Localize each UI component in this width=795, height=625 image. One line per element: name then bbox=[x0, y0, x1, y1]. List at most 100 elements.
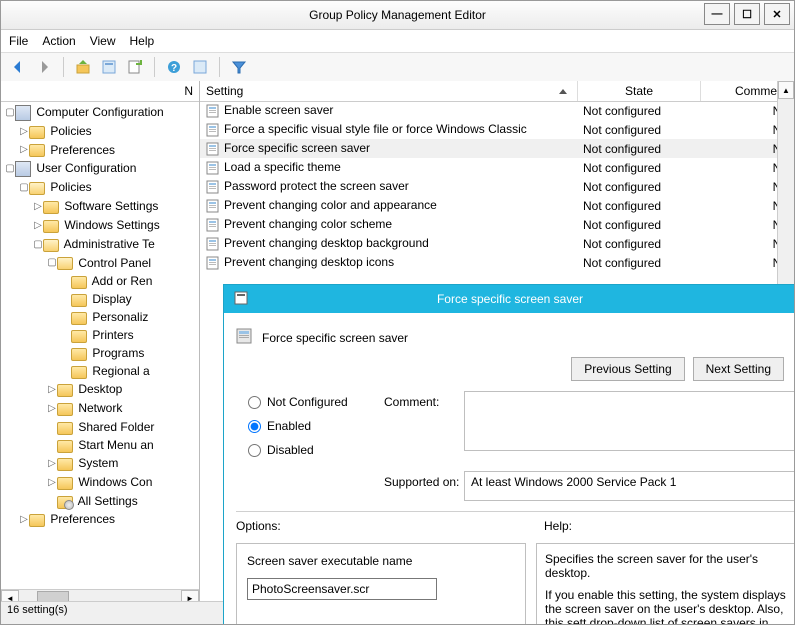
list-row[interactable]: Password protect the screen saverNot con… bbox=[200, 177, 794, 196]
tree-node[interactable]: ▷ Desktop bbox=[47, 380, 199, 399]
tree-node[interactable]: ▢ Control Panel Add or Ren Display Perso… bbox=[47, 254, 199, 381]
dialog-nav-buttons: Previous Setting Next Setting bbox=[571, 357, 784, 381]
tree-toggle-icon[interactable]: ▷ bbox=[19, 123, 29, 141]
tree-toggle-icon[interactable]: ▢ bbox=[33, 236, 43, 254]
window: Group Policy Management Editor — ☐ ✕ Fil… bbox=[0, 0, 795, 625]
tree-node[interactable]: ▷ Preferences bbox=[19, 141, 199, 160]
tree-toggle-icon[interactable]: ▷ bbox=[47, 381, 57, 399]
tree-toggle-icon[interactable]: ▷ bbox=[47, 455, 57, 473]
radio-disabled-input[interactable] bbox=[248, 444, 261, 457]
tree-node-label: Policies bbox=[47, 180, 92, 194]
tree-node[interactable]: ▷ Preferences bbox=[19, 510, 199, 529]
tree-node[interactable]: ▢ User Configuration ▢ Policies ▷ Software… bbox=[5, 159, 199, 528]
tree-node[interactable]: Printers bbox=[61, 326, 199, 344]
tree-node[interactable]: Add or Ren bbox=[61, 272, 199, 290]
comment-textarea[interactable] bbox=[464, 391, 795, 451]
col-setting[interactable]: Setting bbox=[200, 81, 578, 101]
setting-icon bbox=[206, 103, 220, 118]
close-button[interactable]: ✕ bbox=[764, 3, 790, 25]
tree-toggle-icon[interactable]: ▷ bbox=[33, 217, 43, 235]
tree-node[interactable]: ▷ Windows Con bbox=[47, 473, 199, 492]
minimize-button[interactable]: — bbox=[704, 3, 730, 25]
tree-node[interactable]: All Settings bbox=[47, 492, 199, 510]
toolbar-separator-3 bbox=[219, 57, 220, 77]
menu-file[interactable]: File bbox=[9, 34, 28, 48]
tree-node[interactable]: ▷ Windows Settings bbox=[33, 216, 199, 235]
titlebar: Group Policy Management Editor — ☐ ✕ bbox=[1, 1, 794, 30]
tree-node[interactable]: Display bbox=[61, 290, 199, 308]
back-icon[interactable] bbox=[7, 56, 29, 78]
setting-icon bbox=[206, 179, 220, 194]
dialog-icon bbox=[234, 291, 248, 308]
list-row[interactable]: Prevent changing color and appearance Not… bbox=[200, 196, 794, 215]
tree-node[interactable]: ▷ System bbox=[47, 454, 199, 473]
tree-node[interactable]: ▷ Network bbox=[47, 399, 199, 418]
help-box: Specifies the screen saver for the user'… bbox=[536, 543, 795, 625]
setting-name: Prevent changing color and appearance bbox=[224, 198, 437, 212]
col-state[interactable]: State bbox=[578, 81, 701, 101]
tree-node[interactable]: ▷ Software Settings bbox=[33, 197, 199, 216]
tree-node-label: Administrative Te bbox=[61, 237, 155, 251]
radio-not-configured-input[interactable] bbox=[248, 396, 261, 409]
scroll-up-icon[interactable]: ▲ bbox=[778, 81, 794, 99]
tree-toggle-icon[interactable]: ▷ bbox=[19, 511, 29, 529]
tree-node[interactable]: Shared Folder bbox=[47, 418, 199, 436]
setting-icon bbox=[206, 141, 220, 156]
tree-node-label: Display bbox=[89, 292, 132, 306]
list-row[interactable]: Prevent changing desktop backgroundNot c… bbox=[200, 234, 794, 253]
tree-node-label: Regional a bbox=[89, 364, 150, 378]
tree-toggle-icon[interactable]: ▢ bbox=[5, 104, 15, 122]
tree-node[interactable]: Start Menu an bbox=[47, 436, 199, 454]
tree-toggle-icon[interactable]: ▷ bbox=[47, 400, 57, 418]
help-icon[interactable]: ? bbox=[163, 56, 185, 78]
tree-node[interactable]: ▢ Policies ▷ Software Settings▷ Windows S… bbox=[19, 178, 199, 509]
refresh-icon[interactable] bbox=[189, 56, 211, 78]
tree-node-label: Policies bbox=[47, 124, 92, 138]
properties-icon[interactable] bbox=[98, 56, 120, 78]
list-row[interactable]: Enable screen saverNot configuredNo bbox=[200, 101, 794, 120]
list-row[interactable]: Force a specific visual style file or fo… bbox=[200, 120, 794, 139]
options-box: Screen saver executable name bbox=[236, 543, 526, 625]
options-label: Options: bbox=[236, 519, 281, 533]
tree-node[interactable]: ▢ Computer Configuration▷ Policies▷ Pref… bbox=[5, 103, 199, 159]
radio-not-configured[interactable]: Not Configured bbox=[248, 395, 348, 409]
menu-view[interactable]: View bbox=[90, 34, 116, 48]
tree-node[interactable]: Personaliz bbox=[61, 308, 199, 326]
radio-enabled-input[interactable] bbox=[248, 420, 261, 433]
tree-toggle-icon[interactable]: ▢ bbox=[5, 160, 15, 178]
list-row[interactable]: Load a specific themeNot configuredNo bbox=[200, 158, 794, 177]
tree-node[interactable]: ▷ Policies bbox=[19, 122, 199, 141]
tree-toggle-icon[interactable]: ▷ bbox=[33, 198, 43, 216]
setting-state: Not configured bbox=[577, 123, 699, 137]
tree-toggle-icon[interactable]: ▢ bbox=[19, 179, 29, 197]
tree-toggle-icon[interactable]: ▷ bbox=[19, 141, 29, 159]
next-setting-button[interactable]: Next Setting bbox=[693, 357, 784, 381]
list-row[interactable]: Force specific screen saverNot configure… bbox=[200, 139, 794, 158]
list-row[interactable]: Prevent changing desktop iconsNot config… bbox=[200, 253, 794, 272]
menu-help[interactable]: Help bbox=[130, 34, 155, 48]
list-row[interactable]: Prevent changing color schemeNot configu… bbox=[200, 215, 794, 234]
setting-state: Not configured bbox=[577, 199, 699, 213]
previous-setting-button[interactable]: Previous Setting bbox=[571, 357, 684, 381]
export-icon[interactable] bbox=[124, 56, 146, 78]
maximize-button[interactable]: ☐ bbox=[734, 3, 760, 25]
tree-node-label: Computer Configuration bbox=[33, 105, 164, 119]
menu-action[interactable]: Action bbox=[42, 34, 75, 48]
up-icon[interactable] bbox=[72, 56, 94, 78]
tree-node[interactable]: ▢ Administrative Te ▢ Control Panel Add o… bbox=[33, 235, 199, 510]
setting-icon bbox=[206, 255, 220, 270]
tree-node-label: User Configuration bbox=[33, 161, 136, 175]
setting-icon bbox=[206, 160, 220, 175]
tree-node[interactable]: Programs bbox=[61, 344, 199, 362]
tree-node[interactable]: Regional a bbox=[61, 362, 199, 380]
forward-icon[interactable] bbox=[33, 56, 55, 78]
tree-toggle-icon[interactable]: ▢ bbox=[47, 254, 57, 272]
tree-toggle-icon[interactable]: ▷ bbox=[47, 474, 57, 492]
radio-disabled[interactable]: Disabled bbox=[248, 443, 348, 457]
tree-view[interactable]: ▢ Computer Configuration▷ Policies▷ Pref… bbox=[1, 101, 199, 590]
supported-on-value: At least Windows 2000 Service Pack 1 bbox=[464, 471, 795, 501]
radio-enabled[interactable]: Enabled bbox=[248, 419, 348, 433]
filter-icon[interactable] bbox=[228, 56, 250, 78]
screensaver-exe-input[interactable] bbox=[247, 578, 437, 600]
setting-icon bbox=[206, 198, 220, 213]
